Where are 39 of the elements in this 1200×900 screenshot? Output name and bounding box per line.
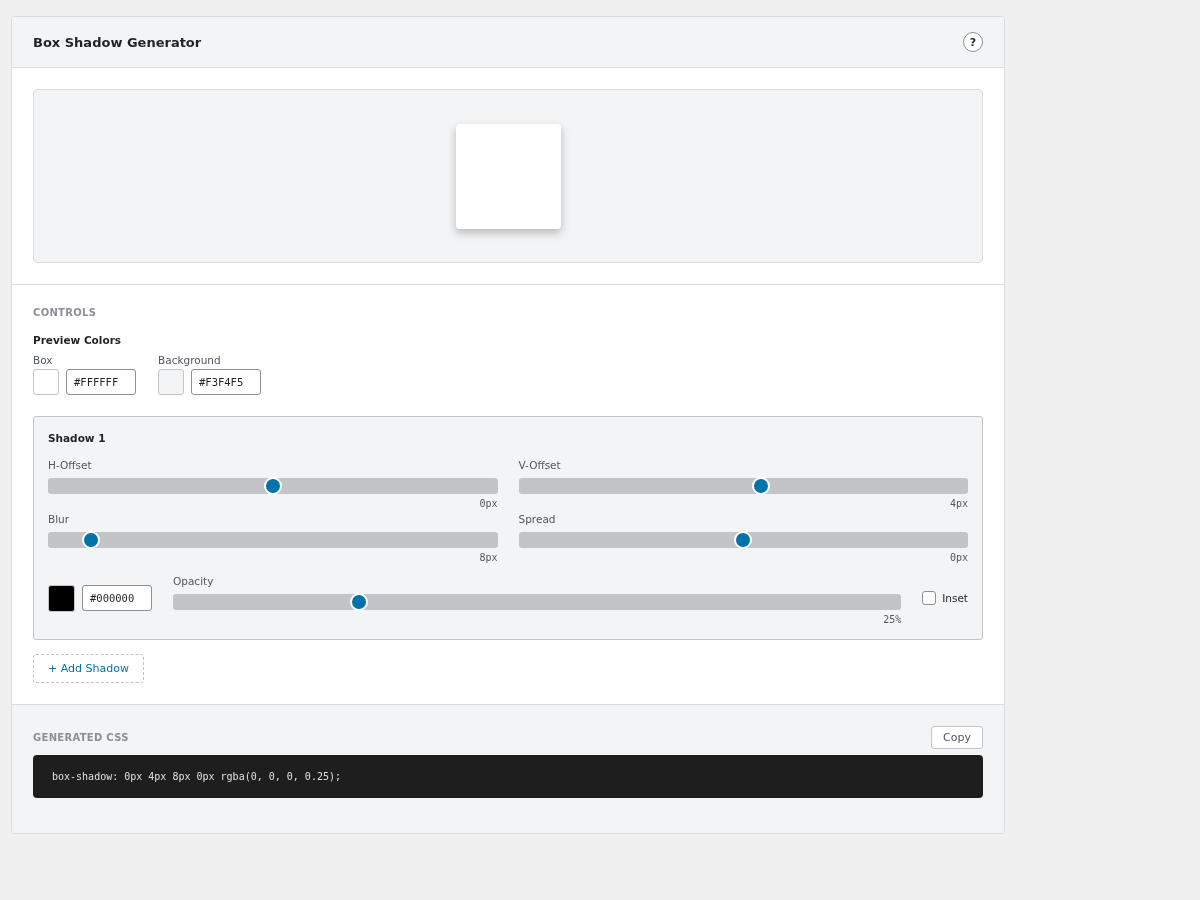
panel-title: Box Shadow Generator	[33, 34, 202, 50]
section-heading: GENERATED CSS	[33, 732, 129, 743]
slider-track[interactable]	[518, 478, 968, 494]
slider-thumb[interactable]	[263, 477, 282, 495]
hex-input[interactable]: #F3F4F5	[191, 369, 261, 395]
color-swatch[interactable]	[48, 584, 75, 612]
hex-input[interactable]: #000000	[82, 584, 152, 611]
slider-thumb[interactable]	[752, 477, 771, 495]
slider-thumb[interactable]	[81, 531, 100, 549]
slider-value: 0px	[948, 552, 968, 563]
color-swatch[interactable]	[158, 369, 184, 395]
slider-value: 8px	[478, 552, 498, 563]
slider-thumb[interactable]	[734, 531, 753, 549]
group-title: Preview Colors	[33, 334, 123, 346]
slider-label: Opacity	[173, 575, 215, 587]
slider-track[interactable]	[518, 532, 968, 548]
slider-label: Spread	[518, 513, 557, 525]
slider-label: Blur	[48, 513, 71, 525]
slider-track[interactable]	[48, 532, 498, 548]
slider-track[interactable]	[173, 594, 902, 610]
slider-track[interactable]	[48, 478, 498, 494]
slider-thumb[interactable]	[349, 593, 368, 611]
checkbox-label: Inset	[942, 592, 968, 604]
slider-value: 25%	[882, 614, 902, 625]
color-swatch[interactable]	[33, 369, 59, 395]
help-button[interactable]: ?	[963, 32, 983, 52]
slider-label: V-Offset	[518, 459, 562, 471]
field-label: Background	[158, 354, 222, 366]
add-shadow-button[interactable]: + Add Shadow	[33, 654, 144, 683]
copy-button[interactable]: Copy	[931, 726, 983, 749]
slider-value: 4px	[948, 498, 968, 509]
css-code: box-shadow: 0px 4px 8px 0px rgba(0, 0, 0, 0.25);	[33, 755, 983, 798]
shadow-title: Shadow 1	[48, 432, 107, 444]
inset-checkbox[interactable]	[922, 591, 937, 605]
slider-label: H-Offset	[48, 459, 93, 471]
field-label: Box	[33, 354, 54, 366]
slider-value: 0px	[478, 498, 498, 509]
section-heading: CONTROLS	[33, 307, 98, 318]
hex-input[interactable]: #FFFFFF	[66, 369, 136, 395]
